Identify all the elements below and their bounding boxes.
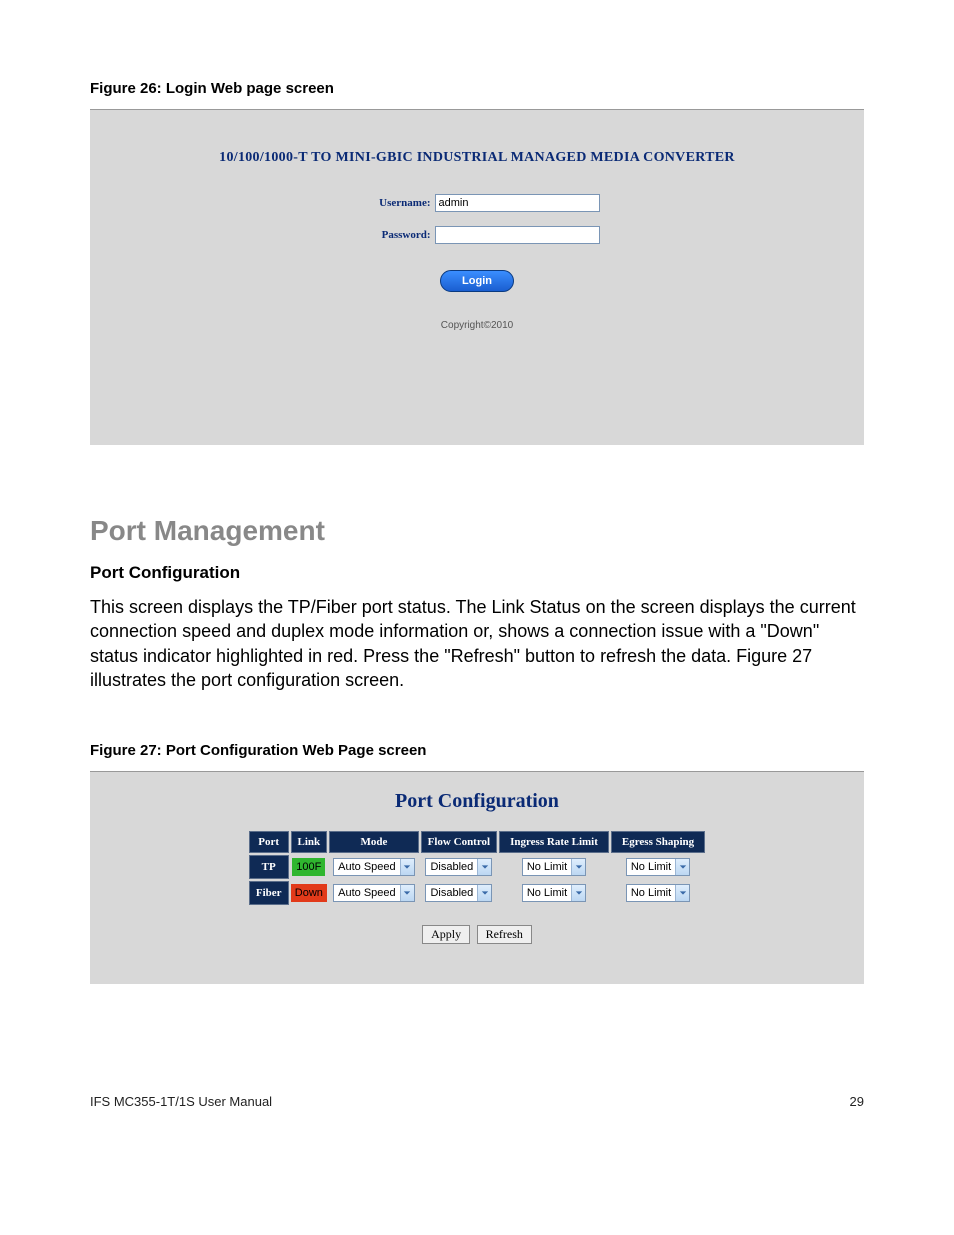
ingress-select-1[interactable]: No Limit xyxy=(522,884,586,902)
egress-select-1-value: No Limit xyxy=(627,885,675,901)
password-input[interactable] xyxy=(435,226,600,244)
col-link: Link xyxy=(291,831,328,853)
flow-select-1-value: Disabled xyxy=(426,885,477,901)
port-config-panel: Port Configuration Port Link Mode Flow C… xyxy=(90,772,864,984)
row-mode: Auto Speed xyxy=(329,881,419,905)
row-egress: No Limit xyxy=(611,881,705,905)
section-title: Port Management xyxy=(90,515,864,547)
footer-right: 29 xyxy=(850,1094,864,1109)
chevron-down-icon xyxy=(477,859,491,875)
section-body: This screen displays the TP/Fiber port s… xyxy=(90,595,864,692)
row-link: 100F xyxy=(291,855,328,879)
chevron-down-icon xyxy=(571,859,585,875)
row-mode: Auto Speed xyxy=(329,855,419,879)
row-port: Fiber xyxy=(249,881,289,905)
row-egress: No Limit xyxy=(611,855,705,879)
col-flow: Flow Control xyxy=(421,831,497,853)
col-port: Port xyxy=(249,831,289,853)
mode-select-0[interactable]: Auto Speed xyxy=(333,858,415,876)
port-config-table: Port Link Mode Flow Control Ingress Rate… xyxy=(247,829,707,907)
page-footer: IFS MC355-1T/1S User Manual 29 xyxy=(90,1094,864,1109)
username-label: Username: xyxy=(355,197,435,209)
row-ingress: No Limit xyxy=(499,855,609,879)
figure27-caption: Figure 27: Port Configuration Web Page s… xyxy=(90,742,864,759)
login-button[interactable]: Login xyxy=(440,270,514,292)
col-mode: Mode xyxy=(329,831,419,853)
chevron-down-icon xyxy=(400,859,414,875)
egress-select-1[interactable]: No Limit xyxy=(626,884,690,902)
port-config-title: Port Configuration xyxy=(100,790,854,813)
ingress-select-0-value: No Limit xyxy=(523,859,571,875)
col-egress: Egress Shaping xyxy=(611,831,705,853)
ingress-select-1-value: No Limit xyxy=(523,885,571,901)
chevron-down-icon xyxy=(477,885,491,901)
login-copyright: Copyright©2010 xyxy=(90,320,864,331)
apply-button[interactable]: Apply xyxy=(422,925,470,944)
password-label: Password: xyxy=(355,229,435,241)
egress-select-0-value: No Limit xyxy=(627,859,675,875)
flow-select-0-value: Disabled xyxy=(426,859,477,875)
col-ingress: Ingress Rate Limit xyxy=(499,831,609,853)
chevron-down-icon xyxy=(675,859,689,875)
ingress-select-0[interactable]: No Limit xyxy=(522,858,586,876)
row-link: Down xyxy=(291,881,328,905)
figure26-caption: Figure 26: Login Web page screen xyxy=(90,80,864,97)
chevron-down-icon xyxy=(400,885,414,901)
row-flow: Disabled xyxy=(421,855,497,879)
egress-select-0[interactable]: No Limit xyxy=(626,858,690,876)
footer-left: IFS MC355-1T/1S User Manual xyxy=(90,1094,272,1109)
username-input[interactable] xyxy=(435,194,600,212)
password-row: Password: xyxy=(90,226,864,244)
refresh-button[interactable]: Refresh xyxy=(477,925,532,944)
table-row: FiberDown Auto Speed Disabled No Limit No Li… xyxy=(249,881,705,905)
port-config-buttons: Apply Refresh xyxy=(100,925,854,944)
row-ingress: No Limit xyxy=(499,881,609,905)
mode-select-1-value: Auto Speed xyxy=(334,885,400,901)
username-row: Username: xyxy=(90,194,864,212)
chevron-down-icon xyxy=(675,885,689,901)
chevron-down-icon xyxy=(571,885,585,901)
row-port: TP xyxy=(249,855,289,879)
flow-select-1[interactable]: Disabled xyxy=(425,884,492,902)
table-row: TP100F Auto Speed Disabled No Limit No Limit xyxy=(249,855,705,879)
login-product-title: 10/100/1000-T TO MINI-GBIC INDUSTRIAL MA… xyxy=(90,150,864,166)
flow-select-0[interactable]: Disabled xyxy=(425,858,492,876)
table-header-row: Port Link Mode Flow Control Ingress Rate… xyxy=(249,831,705,853)
subsection-title: Port Configuration xyxy=(90,563,864,583)
mode-select-1[interactable]: Auto Speed xyxy=(333,884,415,902)
login-panel: 10/100/1000-T TO MINI-GBIC INDUSTRIAL MA… xyxy=(90,110,864,445)
mode-select-0-value: Auto Speed xyxy=(334,859,400,875)
row-flow: Disabled xyxy=(421,881,497,905)
